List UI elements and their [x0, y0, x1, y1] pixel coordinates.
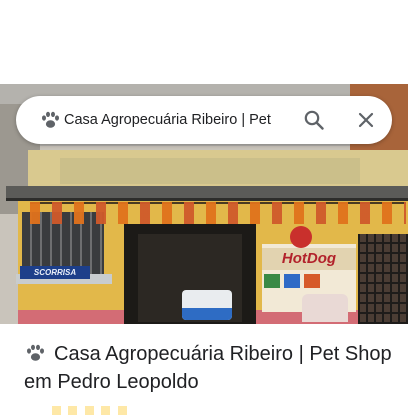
star-icon	[52, 406, 61, 415]
rating-stars	[52, 402, 130, 415]
photo-pet-crate-base	[182, 308, 232, 320]
photo-poster	[284, 274, 300, 288]
search-icon[interactable]	[302, 108, 326, 132]
photo-bunting-flags	[30, 202, 406, 224]
photo-hotdog-sign: HotDog	[262, 248, 356, 270]
search-query-text[interactable]: Casa Agropecuária Ribeiro | Pet	[64, 96, 304, 144]
photo-left-sign: SCORRISA	[20, 266, 90, 279]
star-icon	[101, 406, 111, 415]
star-icon	[68, 406, 78, 415]
star-icon	[117, 406, 127, 415]
place-title: Casa Agropecuária Ribeiro | Pet Shop em …	[24, 343, 392, 393]
blank-header-area	[0, 0, 408, 84]
photo-poster	[264, 274, 280, 288]
photo-chair	[302, 294, 348, 322]
search-bar[interactable]: Casa Agropecuária Ribeiro | Pet	[16, 96, 392, 144]
photo-security-gate	[358, 234, 408, 324]
photo-poster	[304, 274, 320, 288]
close-icon[interactable]	[354, 108, 378, 132]
photo-round-badge	[290, 226, 312, 248]
paw-icon	[27, 344, 44, 361]
photo-facade-stain	[60, 158, 360, 184]
paw-icon	[42, 111, 59, 128]
star-icon	[84, 406, 94, 415]
place-title-block: Casa Agropecuária Ribeiro | Pet Shop em …	[24, 340, 394, 396]
